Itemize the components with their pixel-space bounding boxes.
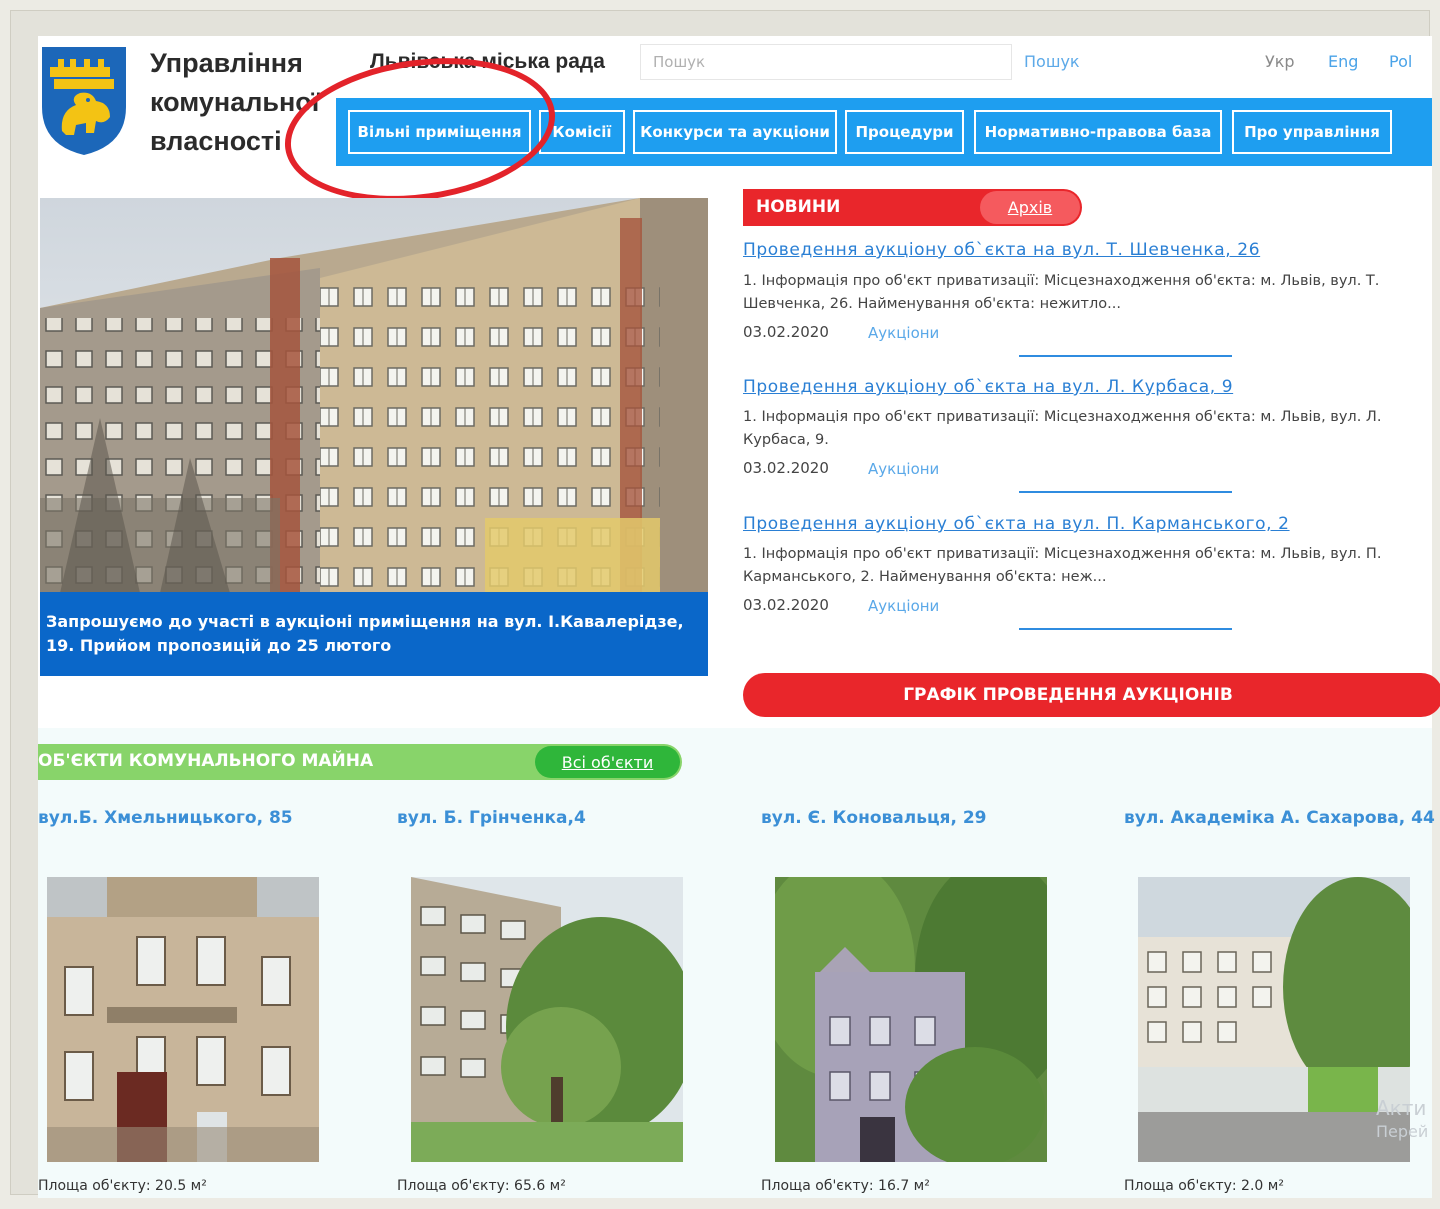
object-area-4: Площа об'єкту: 2.0 м²: [1124, 1178, 1284, 1194]
news-item-title-3[interactable]: Проведення аукціону об`єкта на вул. П. К…: [743, 514, 1290, 534]
object-photo-2[interactable]: [411, 877, 683, 1162]
object-area-2: Площа об'єкту: 65.6 м²: [397, 1178, 566, 1194]
news-item-category-2[interactable]: Аукціони: [868, 460, 939, 478]
news-item-category-1[interactable]: Аукціони: [868, 324, 939, 342]
object-address-3[interactable]: вул. Є. Коновальця, 29: [761, 808, 987, 828]
news-item-date-3: 03.02.2020: [743, 596, 829, 614]
object-area-3: Площа об'єкту: 16.7 м²: [761, 1178, 930, 1194]
lang-pol-link[interactable]: Pol: [1389, 52, 1412, 71]
news-item-category-3[interactable]: Аукціони: [868, 597, 939, 615]
nav-item-about[interactable]: Про управління: [1232, 110, 1392, 154]
lang-ukr-link[interactable]: Укр: [1265, 52, 1295, 71]
lang-eng-link[interactable]: Eng: [1328, 52, 1358, 71]
object-address-4[interactable]: вул. Академіка А. Сахарова, 44: [1124, 808, 1435, 828]
all-objects-button[interactable]: Всі об'єкти: [535, 746, 680, 778]
news-item-excerpt-1: 1. Інформація про об'єкт приватизації: М…: [743, 273, 1380, 312]
objects-section-title: ОБ'ЄКТИ КОМУНАЛЬНОГО МАЙНА: [38, 751, 374, 771]
windows-activation-watermark: Акти Перей: [1376, 1096, 1428, 1144]
watermark-line2: Перей: [1376, 1122, 1429, 1141]
news-item-excerpt-2: 1. Інформація про об'єкт приватизації: М…: [743, 409, 1382, 448]
news-item-title-1[interactable]: Проведення аукціону об`єкта на вул. Т. Ш…: [743, 240, 1260, 260]
watermark-line1: Акти: [1376, 1096, 1427, 1120]
auction-schedule-button[interactable]: ГРАФІК ПРОВЕДЕННЯ АУКЦІОНІВ: [743, 673, 1440, 717]
hero-caption-link[interactable]: Запрошуємо до участі в аукціоні приміщен…: [40, 592, 708, 676]
nav-item-legal-base[interactable]: Нормативно-правова база: [974, 110, 1222, 154]
news-separator: [1019, 491, 1232, 493]
news-item-title-2[interactable]: Проведення аукціону об`єкта на вул. Л. К…: [743, 377, 1233, 397]
news-separator: [1019, 355, 1232, 357]
object-address-2[interactable]: вул. Б. Грінченка,4: [397, 808, 586, 828]
object-photo-3[interactable]: [775, 877, 1047, 1162]
nav-item-procedures[interactable]: Процедури: [845, 110, 964, 154]
object-area-1: Площа об'єкту: 20.5 м²: [38, 1178, 207, 1194]
news-separator: [1019, 628, 1232, 630]
search-button[interactable]: Пошук: [1024, 52, 1080, 71]
news-item-excerpt-3: 1. Інформація про об'єкт приватизації: М…: [743, 546, 1382, 585]
object-photo-4[interactable]: [1138, 877, 1410, 1162]
lviv-coat-of-arms-logo[interactable]: [40, 45, 128, 157]
news-item-date-2: 03.02.2020: [743, 459, 829, 477]
hero-building-photo[interactable]: [40, 198, 708, 593]
search-input[interactable]: [640, 44, 1012, 80]
news-item-date-1: 03.02.2020: [743, 323, 829, 341]
news-archive-button[interactable]: Архів: [980, 191, 1080, 224]
object-photo-1[interactable]: [47, 877, 319, 1162]
nav-item-tenders-auctions[interactable]: Конкурси та аукціони: [633, 110, 837, 154]
object-address-1[interactable]: вул.Б. Хмельницького, 85: [38, 808, 293, 828]
org-name-line1: Управління: [150, 48, 303, 78]
news-section-title: НОВИНИ: [756, 197, 841, 217]
